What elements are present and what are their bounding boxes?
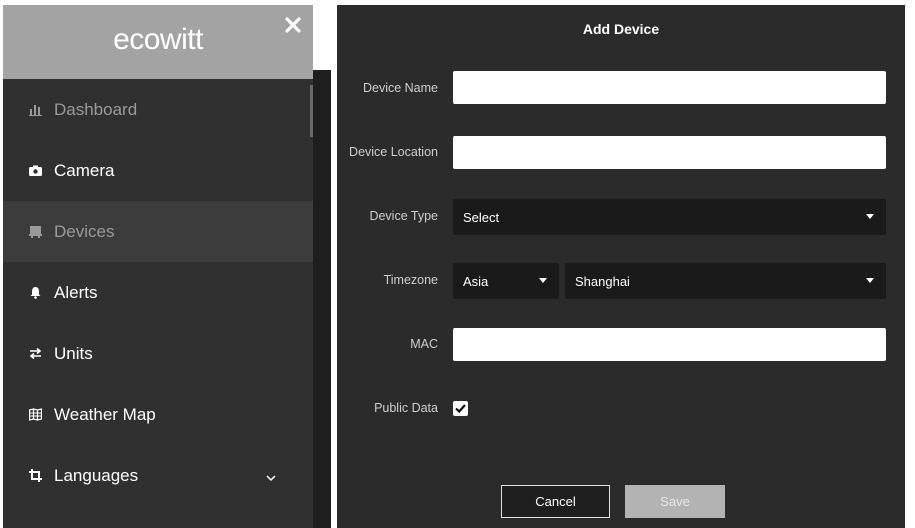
device-type-value: Select: [463, 209, 500, 225]
sidebar: ecowitt Dashboard Camera Devices Alerts …: [3, 5, 313, 528]
sidebar-item-label: Dashboard: [54, 99, 138, 119]
bar-chart-icon: [29, 103, 42, 116]
timezone-region-select[interactable]: Asia: [453, 263, 559, 299]
sidebar-item-label: Weather Map: [54, 404, 156, 424]
save-button[interactable]: Save: [625, 485, 725, 518]
device-location-label: Device Location: [349, 145, 438, 159]
caret-down-icon: [539, 278, 547, 283]
timezone-city-select[interactable]: Shanghai: [565, 263, 886, 299]
sidebar-item-devices[interactable]: Devices: [3, 201, 313, 262]
sidebar-item-units[interactable]: Units: [3, 323, 313, 384]
swap-arrows-icon: [29, 347, 42, 360]
sidebar-item-label: Devices: [54, 221, 115, 241]
timezone-region-value: Asia: [463, 273, 489, 289]
device-name-input[interactable]: [453, 71, 886, 104]
sidebar-item-label: Languages: [54, 465, 139, 485]
device-type-select[interactable]: Select: [453, 199, 886, 235]
sidebar-item-weather-map[interactable]: Weather Map: [3, 384, 313, 445]
close-icon[interactable]: [283, 15, 303, 35]
bell-icon: [29, 286, 42, 299]
device-location-input[interactable]: [453, 136, 886, 169]
logo-bar: ecowitt: [3, 5, 313, 79]
checkmark-icon: [455, 404, 466, 414]
caret-down-icon: [866, 214, 874, 219]
sidebar-item-label: Alerts: [54, 282, 98, 302]
crop-icon: [29, 469, 42, 482]
sidebar-item-camera[interactable]: Camera: [3, 140, 313, 201]
sidebar-item-alerts[interactable]: Alerts: [3, 262, 313, 323]
mac-label: MAC: [410, 337, 438, 351]
map-icon: [29, 408, 42, 421]
add-device-dialog: Add Device Device Name Device Location D…: [337, 5, 905, 528]
logo: ecowitt: [113, 23, 203, 56]
camera-icon: [29, 164, 42, 177]
device-name-label: Device Name: [362, 81, 438, 95]
sidebar-item-dashboard[interactable]: Dashboard: [3, 79, 313, 140]
public-data-checkbox[interactable]: [453, 401, 468, 416]
timezone-label: Timezone: [383, 273, 438, 287]
sidebar-item-languages[interactable]: Languages: [3, 445, 313, 506]
cancel-button[interactable]: Cancel: [501, 485, 610, 518]
background-overlay: [313, 70, 331, 528]
mac-input[interactable]: [453, 328, 886, 361]
device-icon: [29, 225, 42, 238]
nav-list: Dashboard Camera Devices Alerts Units We…: [3, 79, 313, 506]
public-data-label: Public Data: [374, 401, 438, 415]
chevron-down-icon[interactable]: [265, 469, 277, 482]
timezone-city-value: Shanghai: [575, 273, 630, 289]
device-type-label: Device Type: [369, 209, 438, 223]
dialog-title: Add Device: [582, 21, 660, 37]
caret-down-icon: [866, 278, 874, 283]
sidebar-item-label: Camera: [54, 160, 115, 180]
sidebar-item-label: Units: [54, 343, 93, 363]
